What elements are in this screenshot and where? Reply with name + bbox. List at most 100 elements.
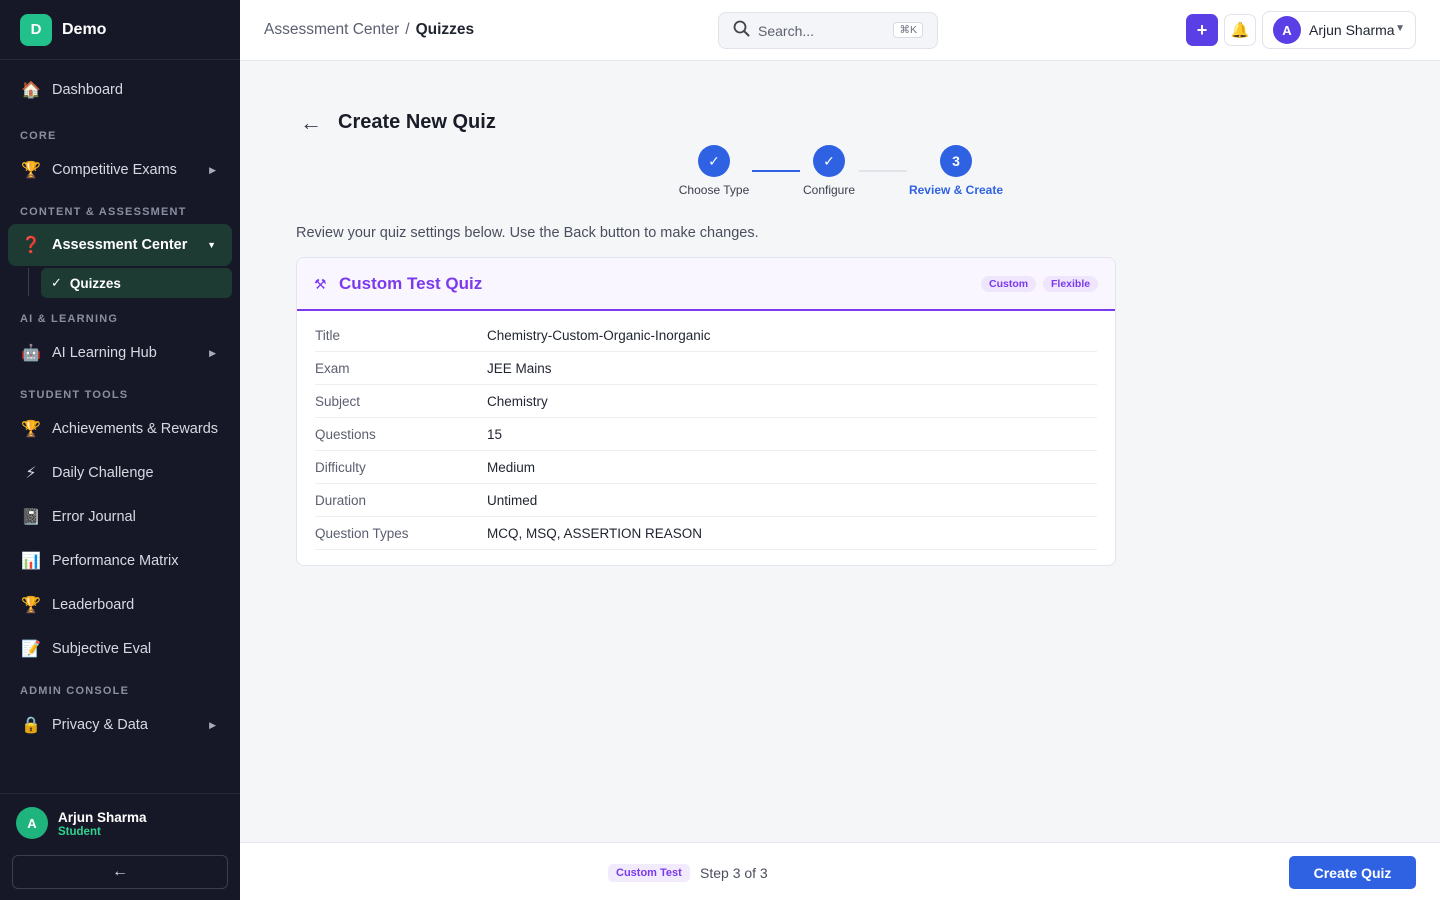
sidebar-item-label: Leaderboard — [52, 597, 135, 613]
quiz-type-badge: Custom Test — [608, 864, 690, 882]
chevron-right-icon: ▶ — [209, 164, 216, 175]
table-row: Subject Chemistry — [315, 385, 1097, 418]
row-value: Untimed — [487, 492, 538, 508]
step-connector-done — [752, 170, 800, 172]
user-name: Arjun Sharma — [58, 810, 147, 825]
row-label: Difficulty — [315, 459, 366, 475]
breadcrumb: Assessment Center / Quizzes — [264, 21, 474, 39]
table-row: Title Chemistry-Custom-Organic-Inorganic — [315, 319, 1097, 352]
chevron-right-icon: ▶ — [209, 347, 216, 358]
step-1-label: Choose Type — [678, 183, 750, 197]
table-row: Duration Untimed — [315, 484, 1097, 517]
lightning-icon: ⚡ — [25, 465, 37, 482]
section-label-ai: AI & LEARNING — [20, 313, 119, 325]
trophy-icon: 🏆 — [21, 421, 41, 438]
table-row: Questions 15 — [315, 418, 1097, 451]
row-label: Question Types — [315, 525, 409, 541]
sidebar-item-competitive-exams[interactable]: 🏆 Competitive Exams ▶ — [8, 150, 232, 190]
sidebar-item-label: Achievements & Rewards — [52, 421, 219, 437]
avatar[interactable]: A — [16, 807, 48, 839]
sidebar-item-performance-matrix[interactable]: 📊 Performance Matrix — [8, 541, 232, 581]
sidebar-item-daily-challenge[interactable]: ⚡ Daily Challenge — [8, 453, 232, 493]
sidebar-item-label: AI Learning Hub — [52, 345, 157, 361]
step-1-circle: ✓ — [698, 145, 730, 177]
brand[interactable]: D Demo — [0, 0, 240, 60]
arrow-left-icon: ← — [112, 863, 128, 880]
section-label-content: CONTENT & ASSESSMENT — [20, 206, 187, 218]
row-label: Exam — [315, 360, 350, 376]
row-value: MCQ, MSQ, ASSERTION REASON — [487, 525, 703, 541]
sidebar-item-label: Daily Challenge — [52, 465, 154, 481]
card-header: ⚒ Custom Test Quiz Custom Flexible — [297, 258, 1115, 311]
step-3-label: Review & Create — [908, 183, 1004, 197]
sidebar-item-label: Error Journal — [52, 509, 136, 525]
sidebar-item-leaderboard[interactable]: 🏆 Leaderboard — [8, 585, 232, 625]
sidebar: D Demo 🏠 Dashboard CORE 🏆 Competitive Ex… — [0, 0, 240, 900]
sidebar-item-error-journal[interactable]: 📓 Error Journal — [8, 497, 232, 537]
wizard-footer: Custom Test Step 3 of 3 Create Quiz — [240, 842, 1440, 900]
trophy-icon: 🏆 — [21, 162, 41, 179]
sidebar-item-label: Privacy & Data — [52, 717, 148, 733]
table-row: Difficulty Medium — [315, 451, 1097, 484]
sidebar-item-ai-learning-hub[interactable]: 🤖 AI Learning Hub ▶ — [8, 333, 232, 373]
page-title: Create New Quiz — [338, 111, 496, 133]
search-input[interactable]: Search... ⌘K — [718, 12, 938, 49]
home-icon: 🏠 — [21, 82, 41, 99]
section-label-student: STUDENT TOOLS — [20, 389, 129, 401]
bell-icon: 🔔 — [1230, 22, 1250, 39]
row-label: Title — [315, 327, 341, 343]
trophy-icon: 🏆 — [21, 597, 41, 614]
collapse-sidebar-button[interactable]: ← — [12, 855, 228, 889]
row-value: JEE Mains — [487, 360, 552, 376]
row-value: Chemistry — [487, 393, 548, 409]
create-quiz-button[interactable]: Create Quiz — [1289, 856, 1416, 889]
step-2-circle: ✓ — [813, 145, 845, 177]
search-icon — [733, 20, 750, 42]
table-row: Exam JEE Mains — [315, 352, 1097, 385]
back-button[interactable]: ← — [300, 110, 322, 136]
memo-icon: 📝 — [21, 641, 41, 658]
notebook-icon: 📓 — [21, 509, 41, 526]
sidebar-item-privacy[interactable]: 🔒 Privacy & Data ▶ — [8, 705, 232, 745]
breadcrumb-parent[interactable]: Assessment Center — [264, 21, 399, 39]
notifications-button[interactable]: 🔔 — [1224, 14, 1256, 46]
sidebar-subitem-quizzes[interactable]: ✓ Quizzes — [41, 268, 232, 298]
submenu-line — [28, 268, 29, 296]
add-button[interactable]: + — [1186, 14, 1218, 46]
tools-icon: ⚒ — [314, 276, 327, 292]
user-role: Student — [58, 826, 101, 838]
row-label: Subject — [315, 393, 361, 409]
step-2-label: Configure — [802, 183, 856, 197]
sidebar-item-label: Dashboard — [52, 82, 123, 98]
check-icon: ✓ — [51, 275, 62, 290]
section-label-admin: ADMIN CONSOLE — [20, 685, 130, 697]
profile-menu-button[interactable]: A Arjun Sharma ▼ — [1262, 11, 1416, 49]
sidebar-item-label: Performance Matrix — [52, 553, 179, 569]
summary-table: Title Chemistry-Custom-Organic-Inorganic… — [315, 319, 1097, 550]
row-label: Duration — [315, 492, 367, 508]
row-value: Medium — [487, 459, 536, 475]
sidebar-item-label: Competitive Exams — [52, 162, 177, 178]
step-3-circle: 3 — [940, 145, 972, 177]
row-value: Chemistry-Custom-Organic-Inorganic — [487, 327, 711, 343]
lock-icon: 🔒 — [21, 717, 41, 734]
sidebar-item-subjective-eval[interactable]: 📝 Subjective Eval — [8, 629, 232, 669]
profile-name: Arjun Sharma — [1309, 22, 1395, 38]
robot-icon: 🤖 — [21, 345, 41, 362]
plus-icon: + — [1196, 19, 1208, 40]
sidebar-item-label: Quizzes — [69, 275, 121, 291]
step-indicator: Step 3 of 3 — [700, 865, 768, 881]
card-title: Custom Test Quiz — [339, 274, 483, 293]
search-placeholder: Search... — [758, 22, 815, 39]
sidebar-item-assessment-center[interactable]: ❓ Assessment Center ▼ — [8, 224, 232, 266]
chevron-down-icon: ▼ — [1395, 23, 1405, 34]
tag-custom: Custom — [981, 276, 1037, 292]
table-row: Question Types MCQ, MSQ, ASSERTION REASO… — [315, 517, 1097, 550]
avatar: A — [1273, 16, 1301, 44]
search-shortcut: ⌘K — [893, 22, 923, 38]
sidebar-item-label: Subjective Eval — [52, 641, 152, 657]
breadcrumb-separator: / — [405, 21, 410, 38]
tag-flexible: Flexible — [1043, 276, 1099, 292]
sidebar-item-dashboard[interactable]: 🏠 Dashboard — [8, 70, 232, 110]
sidebar-item-achievements[interactable]: 🏆 Achievements & Rewards — [8, 409, 232, 449]
